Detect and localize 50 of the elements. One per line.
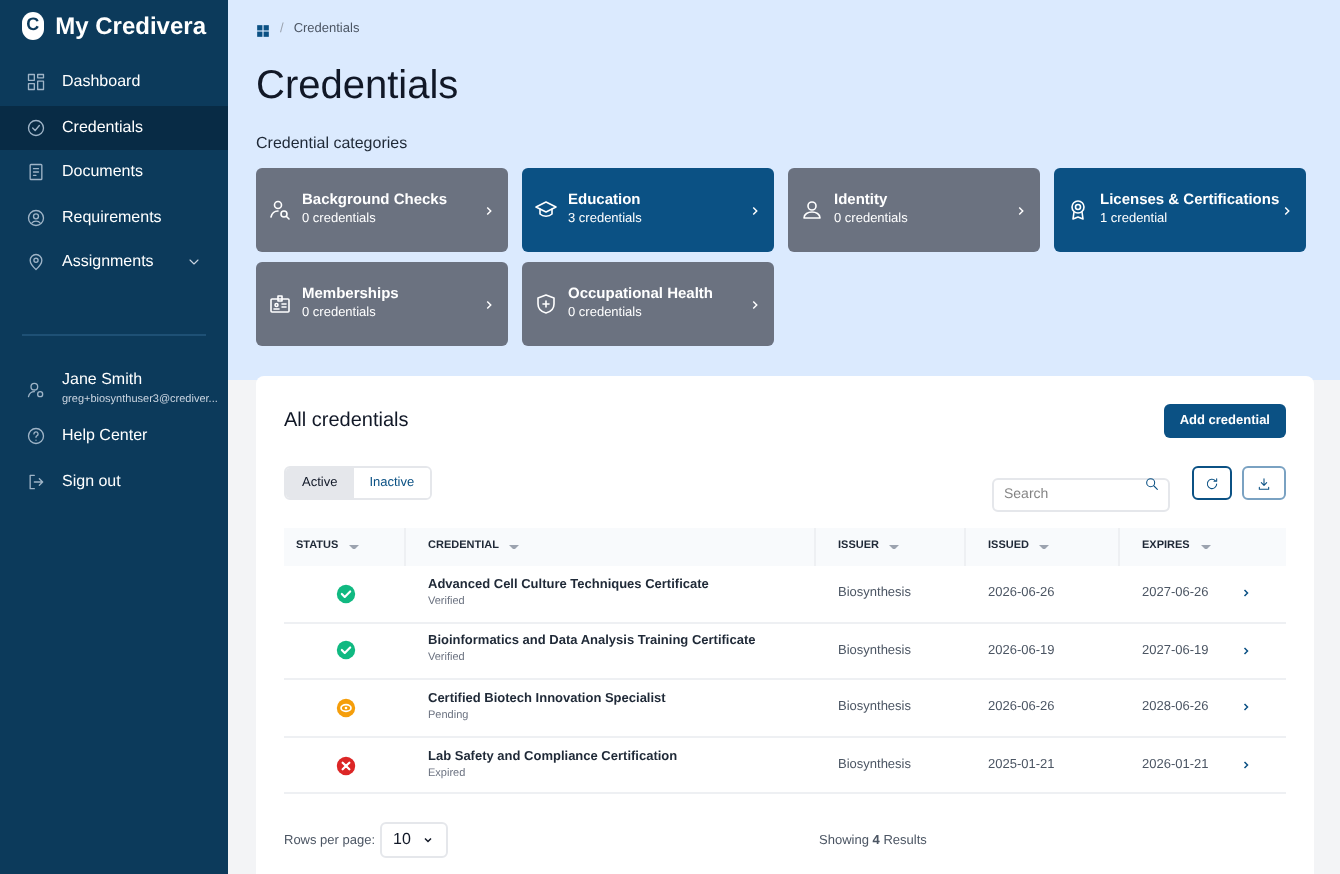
nav-item[interactable]: Assignments <box>0 240 228 285</box>
refresh-button[interactable] <box>1192 466 1232 500</box>
chevron-right-icon <box>482 203 496 217</box>
filter-icon <box>348 542 361 552</box>
nav-item[interactable]: Sign out <box>0 460 228 505</box>
download-icon <box>1256 475 1272 491</box>
chevron-right-icon[interactable] <box>1240 700 1252 715</box>
document-icon <box>26 162 46 183</box>
user-settings-icon <box>26 379 46 399</box>
person-circle-icon <box>26 207 46 228</box>
filter-icon <box>508 542 521 552</box>
filter-icon <box>1038 542 1051 552</box>
nav-item[interactable]: Documents <box>0 150 228 195</box>
nav-item[interactable]: Credentials <box>0 105 228 150</box>
chevron-right-icon <box>748 297 762 311</box>
sign-out-icon <box>26 472 46 493</box>
page-title: Credentials <box>256 62 461 110</box>
filter-icon <box>888 542 901 552</box>
user-name: Jane Smith <box>62 367 145 389</box>
chevron-right-icon[interactable] <box>1240 643 1252 658</box>
chevron-right-icon <box>1280 203 1294 217</box>
help-icon <box>26 425 46 446</box>
download-button[interactable] <box>1242 466 1286 500</box>
chevron-down-icon <box>421 834 434 847</box>
chevron-right-icon <box>482 297 496 311</box>
person-icon <box>800 198 824 222</box>
check-circle-icon <box>26 117 46 138</box>
nav-item[interactable]: Requirements <box>0 195 228 240</box>
chevron-right-icon <box>1014 203 1028 217</box>
refresh-icon <box>1204 475 1220 491</box>
home-grid-icon <box>256 23 270 37</box>
shield-plus-icon <box>534 292 558 316</box>
nav-item[interactable]: Help Center <box>0 413 228 458</box>
logo: C <box>22 12 44 40</box>
search-icon <box>1144 475 1160 491</box>
nav-item[interactable]: Dashboard <box>0 60 228 105</box>
filter-icon <box>1199 542 1212 552</box>
app-name: My Credivera <box>55 10 206 44</box>
graduation-cap-icon <box>534 198 558 222</box>
grid-icon <box>26 72 46 93</box>
person-search-icon <box>268 198 292 222</box>
chevron-right-icon <box>748 203 762 217</box>
id-badge-icon <box>268 292 292 316</box>
rows-per-page-select[interactable]: 10 <box>379 822 448 859</box>
panel-title: All credentials <box>284 407 409 435</box>
chevron-right-icon[interactable] <box>1240 758 1252 773</box>
section-heading: Credential categories <box>256 132 410 156</box>
chevron-right-icon[interactable] <box>1240 586 1252 601</box>
award-icon <box>1066 198 1090 222</box>
location-pin-icon <box>26 252 46 273</box>
